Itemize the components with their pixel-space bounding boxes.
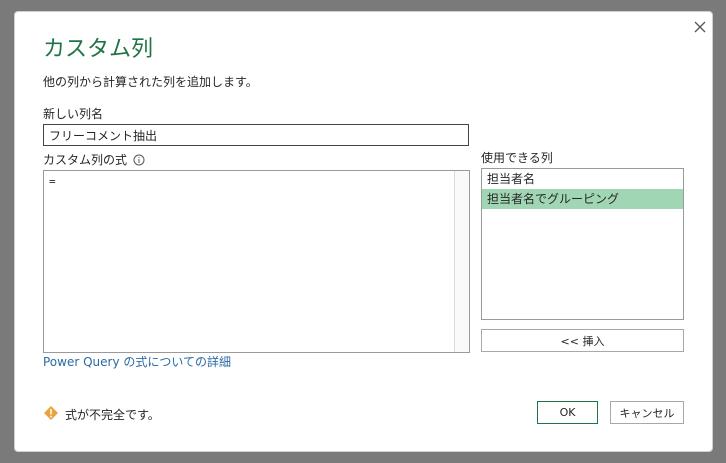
column-item-selected[interactable]: 担当者名でグルーピング bbox=[482, 189, 683, 209]
formula-label: カスタム列の式 bbox=[43, 153, 128, 167]
available-columns-label: 使用できる列 bbox=[481, 151, 553, 165]
formula-scrollbar[interactable] bbox=[454, 171, 469, 352]
formula-label-row: カスタム列の式 bbox=[43, 152, 145, 170]
power-query-help-link[interactable]: Power Query の式についての詳細 bbox=[43, 354, 231, 370]
insert-button[interactable]: << 挿入 bbox=[481, 329, 684, 352]
dialog-subtitle: 他の列から計算された列を追加します。 bbox=[43, 75, 258, 89]
custom-column-dialog: カスタム列 他の列から計算された列を追加します。 新しい列名 カスタム列の式 =… bbox=[14, 11, 713, 452]
close-icon[interactable] bbox=[691, 18, 709, 36]
formula-editor: = bbox=[43, 170, 470, 353]
column-item[interactable]: 担当者名 bbox=[482, 169, 683, 189]
cancel-button[interactable]: キャンセル bbox=[610, 401, 684, 424]
info-icon[interactable] bbox=[133, 154, 145, 170]
dialog-title: カスタム列 bbox=[43, 37, 154, 62]
new-column-name-input[interactable] bbox=[43, 124, 469, 146]
ok-button[interactable]: OK bbox=[537, 401, 598, 424]
new-column-label: 新しい列名 bbox=[43, 107, 104, 121]
warning-icon bbox=[43, 405, 65, 424]
formula-textarea[interactable]: = bbox=[44, 171, 454, 352]
available-columns-list: 担当者名 担当者名でグルーピング bbox=[481, 168, 684, 320]
status-text: 式が不完全です。 bbox=[65, 408, 160, 422]
status-bar: 式が不完全です。 bbox=[43, 405, 160, 424]
